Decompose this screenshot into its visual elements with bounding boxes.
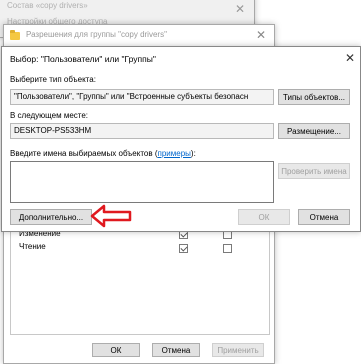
object-types-button[interactable]: Типы объектов... (278, 89, 350, 105)
bg-window-top-text: Состав «copy drivers» (7, 1, 88, 10)
cancel-button[interactable]: Отмена (298, 209, 350, 225)
deny-checkbox[interactable] (223, 244, 232, 253)
allow-checkbox[interactable] (179, 244, 188, 253)
permissions-window-close-icon[interactable]: ✕ (256, 29, 266, 41)
permission-label: Чтение (19, 242, 46, 251)
folder-icon (10, 30, 20, 40)
advanced-button[interactable]: Дополнительно... (10, 209, 92, 225)
examples-link[interactable]: примеры (158, 149, 191, 158)
permissions-list: Изменение Чтение (10, 225, 270, 335)
location-label: В следующем месте: (10, 111, 89, 120)
check-names-button[interactable]: Проверить имена (278, 163, 350, 179)
object-type-label: Выберите тип объекта: (10, 75, 96, 84)
select-users-dialog: Выбор: "Пользователи" или "Группы" ✕ Выб… (1, 46, 361, 232)
bg-window-close-icon[interactable]: ✕ (235, 3, 245, 15)
location-field: DESKTOP-PS533HM (10, 123, 274, 139)
select-dialog-title: Выбор: "Пользователи" или "Группы" (10, 54, 156, 64)
cancel-button[interactable]: Отмена (152, 343, 200, 357)
locations-button[interactable]: Размещение... (278, 123, 350, 139)
object-names-label: Введите имена выбираемых объектов (приме… (10, 149, 196, 158)
object-names-label-text: Введите имена выбираемых объектов ( (10, 149, 158, 158)
object-names-label-end: ): (190, 149, 196, 158)
permissions-window-title: Разрешения для группы "copy drivers" (26, 30, 167, 39)
ok-button[interactable]: ОК (238, 209, 290, 225)
red-arrow-icon (90, 204, 132, 228)
select-dialog-close-icon[interactable]: ✕ (345, 52, 355, 64)
object-type-field: "Пользователи", "Группы" или "Встроенные… (10, 89, 274, 105)
apply-button[interactable]: Применить (212, 343, 264, 357)
object-names-input[interactable] (10, 161, 274, 203)
ok-button[interactable]: ОК (92, 343, 140, 357)
